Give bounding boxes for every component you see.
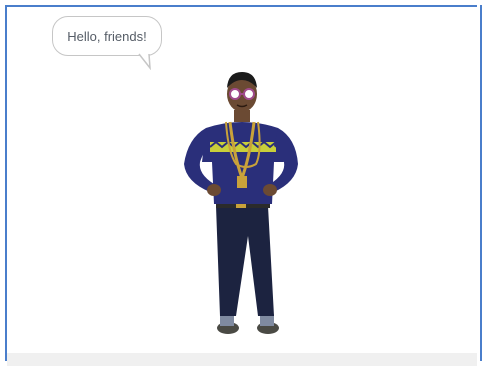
page: Hello, friends! <box>0 0 482 366</box>
person-sprite[interactable] <box>176 66 306 342</box>
speech-bubble: Hello, friends! <box>52 16 162 56</box>
stage-bottom-bar <box>7 353 477 366</box>
person-sprite-icon <box>184 72 298 334</box>
speech-bubble-text: Hello, friends! <box>67 28 147 44</box>
speech-bubble-tail <box>137 52 151 70</box>
